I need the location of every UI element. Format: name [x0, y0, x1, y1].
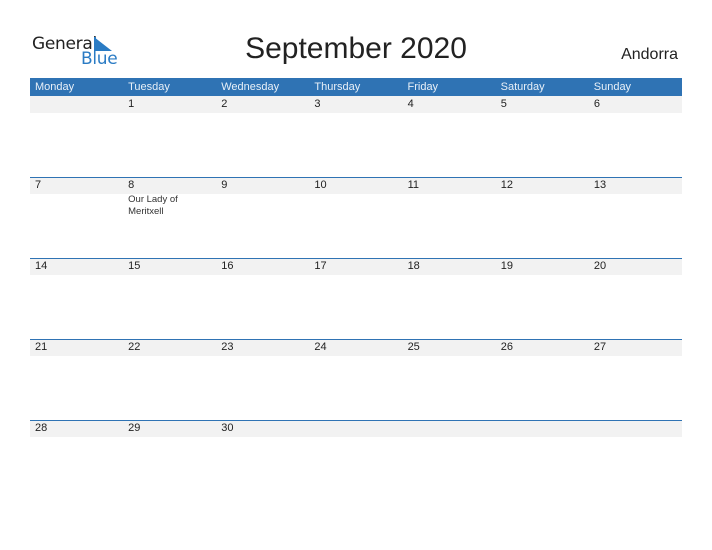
week-row: 7 8 Our Lady of Meritxell 9 10 11 12 13	[30, 177, 682, 258]
calendar-title: September 2020	[245, 32, 467, 65]
day-cell: 5	[496, 96, 589, 177]
day-number: 1	[128, 98, 135, 110]
day-number	[408, 420, 496, 437]
day-cell: 1	[123, 96, 216, 177]
day-number	[314, 420, 402, 437]
day-cell: 23	[216, 339, 309, 420]
day-number: 24	[314, 341, 327, 353]
day-number: 21	[35, 341, 48, 353]
weekday-thursday: Thursday	[314, 81, 361, 93]
day-number: 11	[407, 179, 419, 191]
day-cell: 10	[309, 177, 402, 258]
day-number	[35, 96, 123, 113]
holiday-label: Our Lady of Meritxell	[128, 194, 178, 217]
country-label: Andorra	[621, 46, 678, 63]
day-number: 27	[593, 341, 607, 353]
day-cell: 22	[123, 339, 216, 420]
day-number: 17	[314, 260, 327, 272]
day-cell: 26	[496, 339, 589, 420]
day-number: 13	[593, 179, 607, 191]
day-number: 25	[407, 341, 420, 353]
day-cell: 2	[216, 96, 309, 177]
day-number: 28	[35, 422, 48, 434]
day-cell: 25	[403, 339, 496, 420]
day-number: 30	[221, 422, 234, 434]
weekday-tuesday: Tuesday	[128, 81, 170, 93]
day-cell: 13	[589, 177, 682, 258]
day-number: 5	[500, 98, 507, 110]
day-cell: 14	[30, 258, 123, 339]
day-number: 6	[593, 98, 600, 110]
day-cell: 15	[123, 258, 216, 339]
day-cell: 8 Our Lady of Meritxell	[123, 177, 216, 258]
day-cell: 17	[309, 258, 402, 339]
day-cell: 3	[309, 96, 402, 177]
weekday-sunday: Sunday	[593, 81, 632, 93]
day-cell	[496, 420, 589, 501]
day-number: 3	[314, 98, 321, 110]
day-number: 2	[221, 98, 228, 110]
day-number: 15	[128, 260, 141, 272]
day-cell: 24	[309, 339, 402, 420]
day-number: 8	[128, 179, 135, 191]
week-row: 28 29 30	[30, 420, 682, 501]
day-cell: 20	[589, 258, 682, 339]
day-number: 20	[593, 260, 607, 272]
day-number: 16	[221, 260, 234, 272]
day-number: 29	[128, 422, 141, 434]
day-cell	[30, 96, 123, 177]
day-cell	[403, 420, 496, 501]
day-cell	[309, 420, 402, 501]
day-cell: 21	[30, 339, 123, 420]
weekday-wednesday: Wednesday	[221, 81, 280, 93]
day-cell	[589, 420, 682, 501]
day-number: 23	[221, 341, 234, 353]
day-number: 4	[407, 98, 414, 110]
day-number: 26	[500, 341, 513, 353]
day-number: 22	[128, 341, 141, 353]
day-cell: 6	[589, 96, 682, 177]
day-cell: 9	[216, 177, 309, 258]
day-cell: 27	[589, 339, 682, 420]
weekday-header: Monday Tuesday Wednesday Thursday Friday Satu…	[30, 78, 682, 96]
weekday-friday: Friday	[407, 81, 439, 93]
day-number	[594, 420, 682, 437]
day-number: 12	[500, 179, 513, 191]
day-number: 10	[314, 179, 327, 191]
day-cell: 11	[403, 177, 496, 258]
week-row: 21 22 23 24 25 26 27	[30, 339, 682, 420]
day-number: 9	[221, 179, 228, 191]
day-cell: 19	[496, 258, 589, 339]
day-number	[501, 420, 589, 437]
day-cell: 7	[30, 177, 123, 258]
weekday-saturday: Saturday	[500, 81, 545, 93]
weekday-monday: Monday	[35, 81, 75, 93]
day-cell: 16	[216, 258, 309, 339]
day-cell: 4	[403, 96, 496, 177]
day-cell: 18	[403, 258, 496, 339]
week-row: 14 15 16 17 18 19 20	[30, 258, 682, 339]
day-number: 14	[35, 260, 48, 272]
day-number: 19	[500, 260, 513, 272]
week-row: 1 2 3 4 5 6	[30, 96, 682, 177]
day-cell: 29	[123, 420, 216, 501]
day-cell: 12	[496, 177, 589, 258]
day-cell: 28	[30, 420, 123, 501]
day-number: 18	[407, 260, 420, 272]
day-number: 7	[35, 179, 42, 191]
day-cell: 30	[216, 420, 309, 501]
